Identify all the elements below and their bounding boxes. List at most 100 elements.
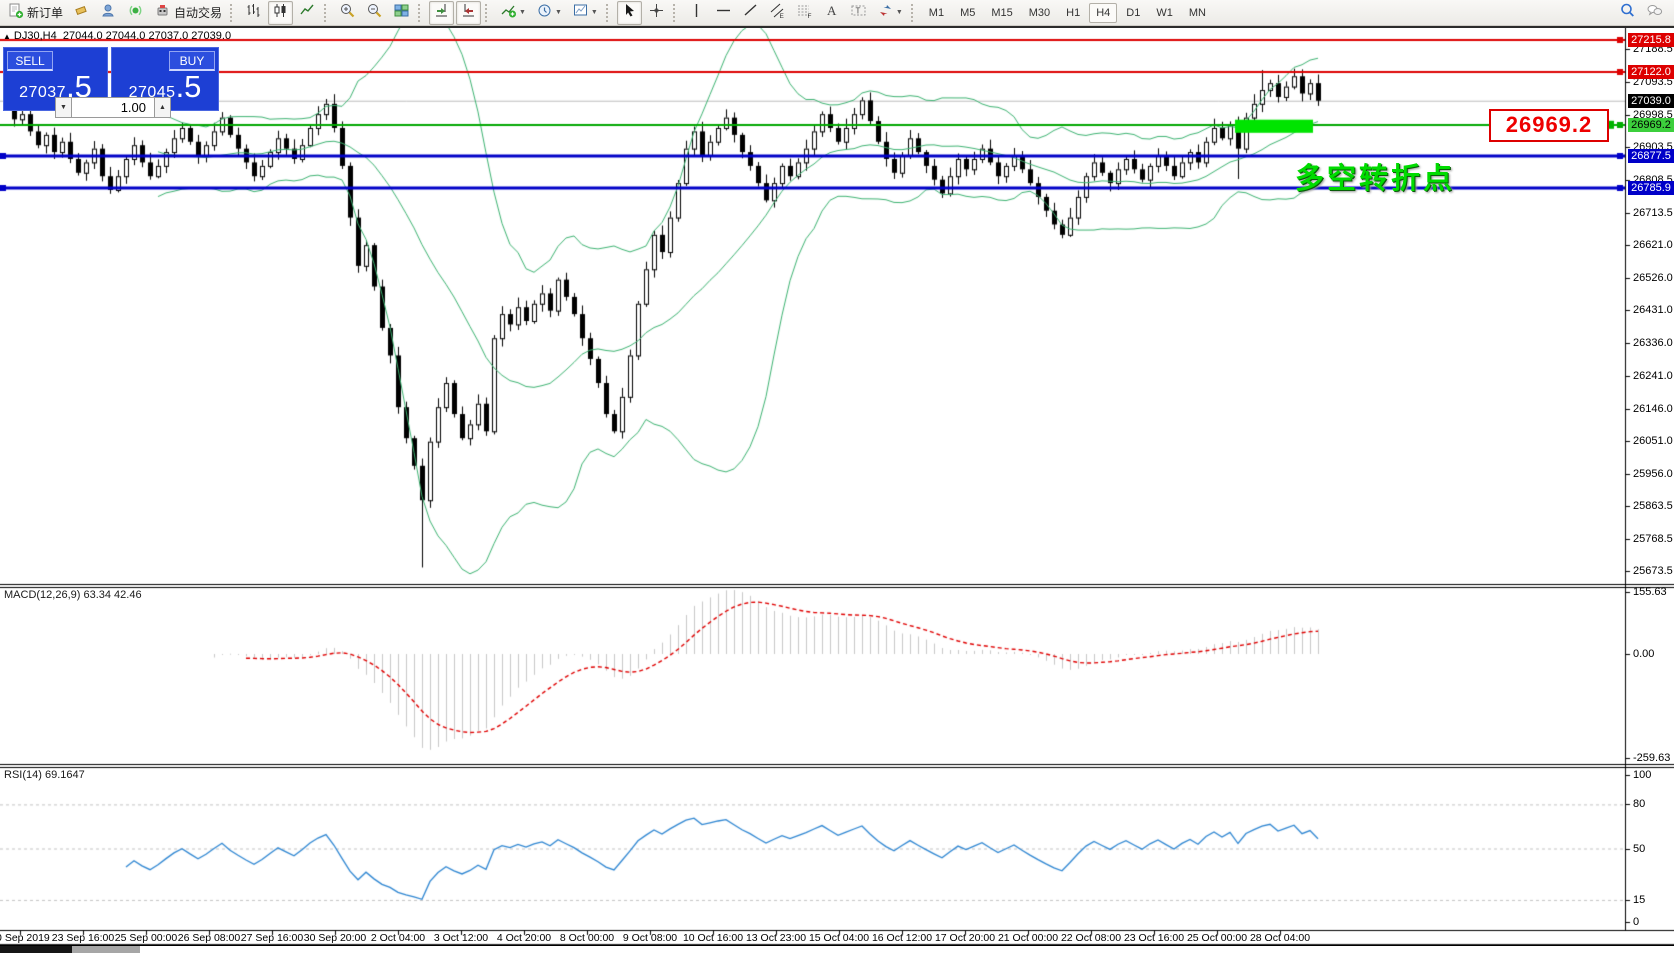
time-axis-label: 28 Oct 04:00 (1250, 932, 1310, 944)
profiles-button[interactable] (96, 1, 121, 25)
volume-decrease-button[interactable]: ▼ (55, 97, 72, 118)
toolbar-separator (324, 4, 331, 22)
horizontal-line-button[interactable] (711, 1, 736, 25)
toolbar-separator (485, 4, 492, 22)
price-tag: 27122.0 (1628, 65, 1674, 79)
price-tag: 26785.9 (1628, 181, 1674, 195)
toolbar-group: ▼ ▼ ▼ (495, 1, 603, 25)
time-axis-label: 23 Oct 16:00 (1124, 932, 1184, 944)
price-tag: 27215.8 (1628, 33, 1674, 47)
toolbar-separator (673, 4, 680, 22)
text-icon: A (823, 2, 840, 24)
timeframe-m15[interactable]: M15 (984, 3, 1019, 23)
chart-shift-button[interactable] (456, 1, 481, 25)
zoom-out-icon (366, 2, 383, 24)
zoom-in-button[interactable] (335, 1, 360, 25)
annotation-text[interactable]: 多空转折点 (1295, 155, 1455, 197)
macd-label: MACD(12,26,9) 63.34 42.46 (4, 589, 142, 601)
time-axis-label: 20 Sep 2019 (0, 932, 50, 944)
periods-button[interactable]: ▼ (532, 1, 566, 25)
search-button[interactable] (1615, 1, 1640, 25)
rsi-label: RSI(14) 69.1647 (4, 769, 85, 781)
timeframe-h4[interactable]: H4 (1089, 3, 1117, 23)
text-button[interactable]: A (819, 1, 844, 25)
indicators-icon (500, 2, 517, 24)
equidistant-channel-button[interactable]: E (765, 1, 790, 25)
text-label-icon: T (850, 2, 867, 24)
macd-axis-tick: 155.63 (1633, 586, 1667, 598)
buy-button[interactable]: BUY (169, 51, 215, 71)
crosshair-button[interactable] (644, 1, 669, 25)
zoom-out-button[interactable] (362, 1, 387, 25)
text-label-button[interactable]: T (846, 1, 871, 25)
toolbar-separator (606, 4, 613, 22)
price-axis-tick: 26526.0 (1633, 272, 1673, 284)
timeframe-mn[interactable]: MN (1182, 3, 1213, 23)
candlestick-chart-button[interactable] (268, 1, 293, 25)
timeframe-m30[interactable]: M30 (1022, 3, 1057, 23)
bar-chart-button[interactable] (241, 1, 266, 25)
auto-scroll-button[interactable] (429, 1, 454, 25)
fibonacci-button[interactable]: F (792, 1, 817, 25)
time-axis-label: 23 Sep 16:00 (52, 932, 114, 944)
price-axis-tick: 25768.5 (1633, 533, 1673, 545)
time-axis-label: 8 Oct 00:00 (560, 932, 614, 944)
horizontal-scrollbar[interactable] (0, 945, 1674, 953)
price-alert-label[interactable]: 26969.2 (1489, 109, 1609, 142)
crosshair-icon (648, 2, 665, 24)
toolbar-group (334, 1, 415, 25)
chevron-down-icon: ▼ (555, 9, 562, 16)
scrollbar-thumb[interactable] (72, 946, 140, 953)
autotrading-button[interactable]: 自动交易 (150, 1, 226, 25)
candles-icon (272, 2, 289, 24)
panel-collapse-icon[interactable]: ▲ (3, 32, 11, 41)
chevron-down-icon: ▼ (519, 9, 526, 16)
vline-icon (688, 2, 705, 24)
indicators-button[interactable]: ▼ (496, 1, 530, 25)
volume-increase-button[interactable]: ▲ (154, 97, 171, 118)
tile-windows-button[interactable] (389, 1, 414, 25)
chart-shift-icon (460, 2, 477, 24)
zoom-in-icon (339, 2, 356, 24)
volume-input[interactable] (72, 97, 154, 118)
toolbar-group (616, 1, 670, 25)
timeframe-d1[interactable]: D1 (1119, 3, 1147, 23)
price-axis-tick: 26713.5 (1633, 207, 1673, 219)
time-axis-label: 16 Oct 12:00 (872, 932, 932, 944)
timeframe-w1[interactable]: W1 (1149, 3, 1180, 23)
price-tag: 27039.0 (1628, 94, 1674, 108)
sell-button[interactable]: SELL (7, 51, 53, 71)
price-axis-tick: 26146.0 (1633, 403, 1673, 415)
price-axis-tick: 26431.0 (1633, 304, 1673, 316)
svg-text:A: A (827, 3, 837, 18)
news-button[interactable] (123, 1, 148, 25)
time-axis-label: 30 Sep 20:00 (304, 932, 366, 944)
rsi-axis-tick: 100 (1633, 769, 1651, 781)
price-axis-tick: 26051.0 (1633, 435, 1673, 447)
scrollbar-segment-dark[interactable] (0, 946, 72, 953)
trendline-button[interactable] (738, 1, 763, 25)
macd-axis-tick: -259.63 (1633, 752, 1670, 764)
trendline-icon (742, 2, 759, 24)
timeframe-m5[interactable]: M5 (953, 3, 982, 23)
cursor-button[interactable] (617, 1, 642, 25)
chevron-down-icon: ▼ (896, 9, 903, 16)
time-axis-label: 2 Oct 04:00 (371, 932, 425, 944)
toolbar-group (428, 1, 482, 25)
arrows-button[interactable]: ▼ (873, 1, 907, 25)
timeframe-m1[interactable]: M1 (922, 3, 951, 23)
templates-button[interactable]: ▼ (568, 1, 602, 25)
vertical-line-button[interactable] (684, 1, 709, 25)
time-axis-label: 17 Oct 20:00 (935, 932, 995, 944)
timeframe-h1[interactable]: H1 (1059, 3, 1087, 23)
time-axis-label: 25 Oct 00:00 (1187, 932, 1247, 944)
chevron-down-icon: ▼ (591, 9, 598, 16)
new-order-button[interactable]: 新订单 (3, 1, 67, 25)
time-axis-label: 4 Oct 20:00 (497, 932, 551, 944)
toolbar: 新订单 自动交易 ▼ ▼ ▼ EFAT ▼ M1M5M15M30H1H4D1W1MN (0, 0, 1674, 26)
eraser-button[interactable] (69, 1, 94, 25)
chat-button[interactable] (1642, 1, 1667, 25)
time-axis-label: 15 Oct 04:00 (809, 932, 869, 944)
line-chart-button[interactable] (295, 1, 320, 25)
time-axis-label: 22 Oct 08:00 (1061, 932, 1121, 944)
